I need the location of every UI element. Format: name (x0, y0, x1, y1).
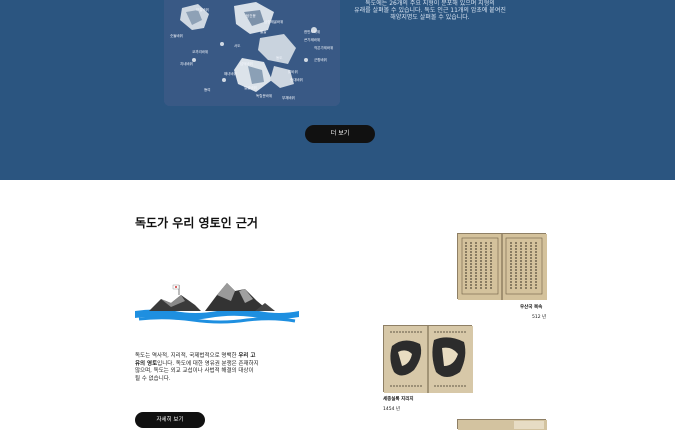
map-label[interactable]: 탕건봉 (246, 14, 256, 19)
document-year: 1454 년 (383, 407, 401, 412)
intro-line: 해양지명도 살펴볼 수 있습니다. (390, 14, 470, 22)
detail-button[interactable]: 자세히 보기 (135, 412, 205, 428)
map-label[interactable]: 똥여 (204, 88, 210, 93)
map-label[interactable]: 지네바위 (180, 62, 193, 67)
map-label[interactable]: 한반도바위 (304, 30, 320, 35)
map-label[interactable]: 물골 (260, 30, 266, 35)
document-image-usanguk[interactable] (457, 233, 547, 300)
map-label[interactable]: 보찰바위 (196, 8, 209, 13)
map-label[interactable]: 독립문바위 (256, 94, 272, 99)
evidence-text-part1: 독도는 역사적, 지리적, 국제법적으로 명백한 (135, 353, 239, 359)
map-label[interactable]: 작은가제바위 (314, 46, 333, 51)
map-label[interactable]: 촛대바위 (290, 78, 303, 83)
map-label[interactable]: 큰가제바위 (304, 38, 320, 43)
map-label[interactable]: 닭바위 (288, 70, 298, 75)
document-year: 512 년 (532, 315, 547, 320)
map-label[interactable]: 부채바위 (282, 96, 295, 101)
dokdo-aerial-map: 숫돌바위 보찰바위 탕건봉 삼형제굴바위 물골 한반도바위 큰가제바위 작은가제… (164, 0, 340, 106)
map-label[interactable]: 해녀바위 (224, 72, 237, 77)
map-label[interactable]: 얼굴바위 (244, 86, 257, 91)
document-image-next[interactable] (457, 419, 547, 430)
map-intro-text: 독도에는 26개의 주요 지형이 분포해 있으며 지형의 유래를 살펴볼 수 있… (351, 0, 509, 22)
map-label[interactable]: 동도 (276, 56, 282, 61)
section-title: 독도가 우리 영토인 근거 (135, 216, 258, 230)
map-section: 숫돌바위 보찰바위 탕건봉 삼형제굴바위 물골 한반도바위 큰가제바위 작은가제… (0, 0, 675, 180)
more-button[interactable]: 더 보기 (305, 125, 375, 143)
evidence-text: 독도는 역사적, 지리적, 국제법적으로 명백한 우리 고유의 영토입니다. 독… (135, 353, 260, 383)
map-label[interactable]: 군함바위 (314, 58, 327, 63)
document-image-sejong[interactable] (383, 325, 473, 393)
dokdo-island-illustration (135, 281, 299, 329)
map-label[interactable]: 코끼리바위 (192, 50, 208, 55)
map-label[interactable]: 서도 (234, 44, 240, 49)
document-title: 우산국 복속 (520, 305, 543, 310)
map-label[interactable]: 넙덕바위 (240, 62, 253, 67)
map-label[interactable]: 삼형제굴바위 (264, 20, 283, 25)
document-title: 세종실록 지리지 (383, 397, 414, 402)
map-label[interactable]: 숫돌바위 (170, 34, 183, 39)
